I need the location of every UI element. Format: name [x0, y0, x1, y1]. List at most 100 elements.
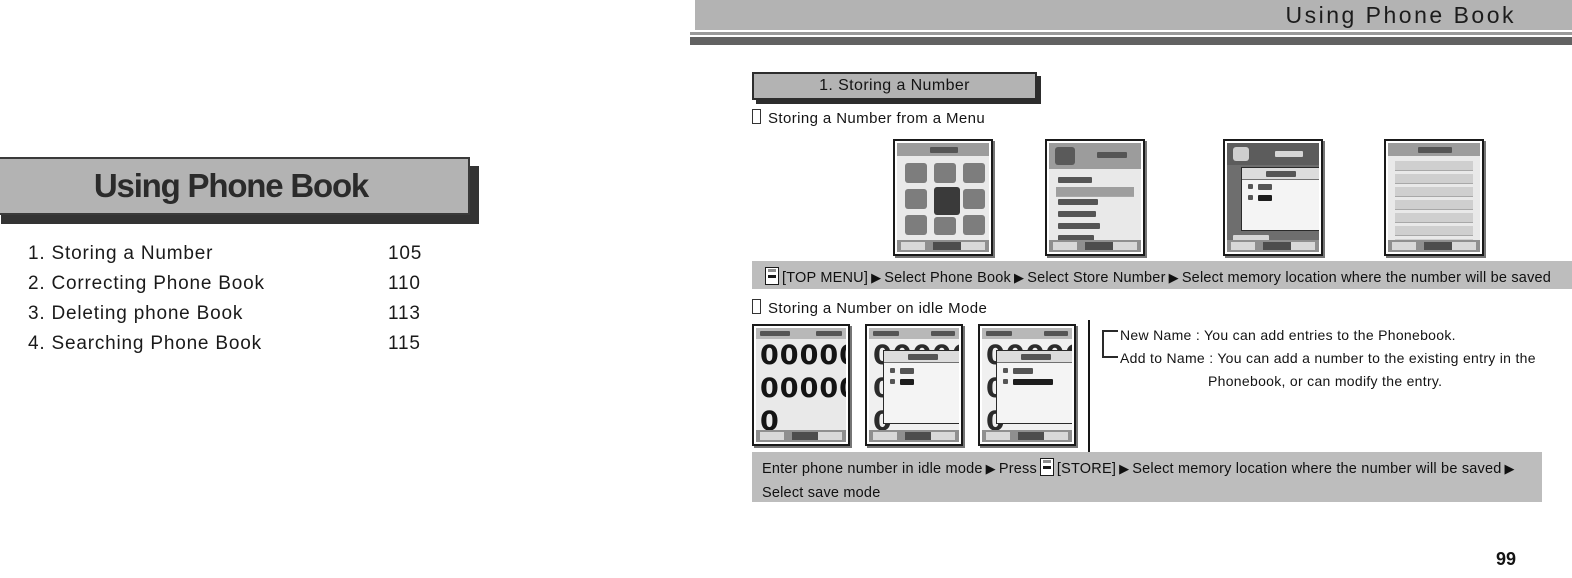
toc-item-page: 105: [388, 243, 423, 264]
triangle-right-icon: ▶: [871, 270, 882, 285]
subheading-storing-idle-mode: Storing a Number on idle Mode: [752, 299, 987, 317]
caption-bar-idle-flow: Enter phone number in idle mode ▶ Press [ST…: [752, 452, 1542, 502]
phone-lcd: [1388, 143, 1480, 252]
tofu-box-icon: [752, 299, 761, 314]
phone-lcd: 00000 00000 0: [869, 328, 959, 442]
menu-icon-blob: [963, 163, 985, 183]
phone-title-text-blob: [1418, 147, 1452, 153]
dialog-title-blob: [1266, 171, 1296, 177]
phone-title-text-blob: [1275, 151, 1303, 157]
softkey-left: [760, 432, 784, 440]
phone-screenshot-main-menu: [893, 139, 993, 256]
toc-item-page: 113: [388, 303, 421, 324]
menu-icon-blob: [963, 189, 985, 209]
menu-icon-blob: [934, 163, 956, 183]
caption-idle-part5: Select save mode: [762, 485, 881, 501]
name-option-dialog: [996, 350, 1072, 424]
caption-idle-part2: Press: [998, 461, 1037, 477]
softkey-left: [1231, 242, 1255, 250]
toc-row[interactable]: 1. Storing a Number 105: [28, 243, 448, 273]
radio-option-label-blob: [900, 368, 914, 374]
radio-option-label-blob: [900, 379, 914, 385]
signal-blob: [873, 331, 899, 336]
caption-idle-part1: Enter phone number in idle mode: [762, 461, 983, 477]
softkey-left: [901, 242, 925, 250]
softkey-right: [1452, 242, 1476, 250]
radio-option-marker: [890, 379, 895, 384]
phone-screenshot-store-number: [1223, 139, 1323, 256]
store-key-icon: [1039, 458, 1054, 476]
toc-item-label: 2. Correcting Phone Book: [28, 273, 265, 294]
memory-row: [1395, 161, 1473, 171]
annotation-divider-line: [1088, 320, 1090, 453]
radio-option-label-new-name: [1013, 368, 1033, 374]
radio-option-label-add-to-name: [1013, 379, 1053, 385]
annotation-new-name: New Name : You can add entries to the Ph…: [1120, 327, 1456, 343]
radio-option-marker-add-to-name: [1003, 379, 1008, 384]
toc-item-page: 110: [388, 273, 421, 294]
left-page: Using Phone Book 1. Storing a Number 105…: [0, 0, 690, 578]
toc-row[interactable]: 4. Searching Phone Book 115: [28, 333, 448, 363]
phone-title-text-blob: [1097, 152, 1127, 158]
phonebook-icon: [1233, 147, 1249, 161]
caption-menu-part2: Select Phone Book: [884, 270, 1012, 286]
softkey-right: [1113, 242, 1137, 250]
triangle-right-icon: ▶: [1014, 270, 1025, 285]
page-number: 99: [1495, 549, 1516, 569]
save-mode-dialog: [883, 350, 959, 424]
softkey-left: [873, 432, 897, 440]
triangle-right-icon: ▶: [1119, 461, 1130, 476]
phone-screenshot-idle-digits: 00000 00000 0: [752, 324, 850, 446]
menu-icon-blob: [963, 215, 985, 235]
toc-item-label: 4. Searching Phone Book: [28, 333, 262, 354]
softkey-right: [931, 432, 955, 440]
phone-lcd: 00000 00000 0: [982, 328, 1072, 442]
idle-digit-row: 00000: [760, 373, 846, 404]
toc-item-label: 3. Deleting phone Book: [28, 303, 244, 324]
caption-menu-text: [TOP MENU] ▶ Select Phone Book ▶ Select Stor…: [762, 266, 1551, 290]
signal-blob: [760, 331, 790, 336]
toc-row[interactable]: 3. Deleting phone Book 113: [28, 303, 448, 333]
section-heading-title: 1. Storing a Number: [819, 77, 970, 94]
name-option-dialog-title: [997, 351, 1072, 363]
annotation-add-to-name: Add to Name : You can add a number to th…: [1120, 350, 1536, 366]
menu-icon-blob: [905, 189, 927, 209]
softkey-left: [1392, 242, 1416, 250]
annotation-brace: [1102, 330, 1118, 358]
phone-lcd: [1227, 143, 1319, 252]
list-item-blob: [1058, 211, 1096, 217]
right-page: Using Phone Book 1. Storing a Number Sto…: [690, 0, 1572, 578]
dialog-title-blob: [908, 354, 938, 360]
radio-option-marker-new-name: [1003, 368, 1008, 373]
subheading-label: Storing a Number from a Menu: [768, 110, 986, 127]
battery-blob: [1044, 331, 1068, 336]
page-header-title: Using Phone Book: [1285, 2, 1516, 28]
phone-titlebar: [756, 328, 846, 339]
triangle-right-icon: ▶: [1168, 270, 1179, 285]
phone-screenshot-save-mode-dialog: 00000 00000 0: [865, 324, 963, 446]
header-rule-thick: [690, 37, 1572, 45]
phone-softkey-bar: [756, 430, 846, 442]
softkey-left: [986, 432, 1010, 440]
memory-row: [1395, 213, 1473, 223]
phone-screenshot-name-option-dialog: 00000 00000 0: [978, 324, 1076, 446]
memory-row: [1395, 200, 1473, 210]
phone-softkey-bar: [897, 240, 989, 252]
table-of-contents: 1. Storing a Number 105 2. Correcting Ph…: [28, 243, 448, 363]
phone-titlebar: [1049, 143, 1141, 169]
chapter-title-box: Using Phone Book: [0, 157, 470, 215]
phone-titlebar: [1227, 143, 1319, 165]
phone-lcd: 00000 00000 0: [756, 328, 846, 442]
battery-blob: [816, 331, 842, 336]
phone-softkey-bar: [1227, 240, 1319, 252]
phone-titlebar: [869, 328, 959, 339]
phone-softkey-bar: [982, 430, 1072, 442]
list-item-selected: [1056, 187, 1134, 197]
caption-menu-part3: Select Store Number: [1027, 270, 1166, 286]
toc-item-page: 115: [388, 333, 421, 354]
chapter-title: Using Phone Book: [93, 167, 369, 204]
store-dialog: [1241, 167, 1319, 231]
softkey-right: [818, 432, 842, 440]
menu-icon-blob: [905, 163, 927, 183]
toc-row[interactable]: 2. Correcting Phone Book 110: [28, 273, 448, 303]
